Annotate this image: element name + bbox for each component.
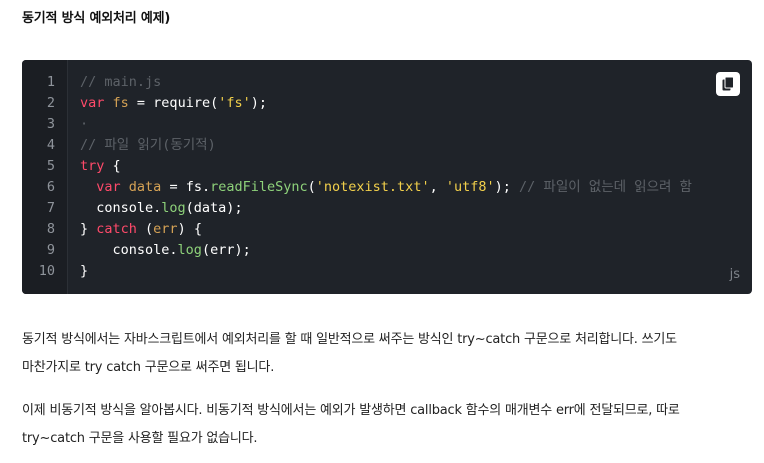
code-token: } <box>80 263 89 279</box>
line-number: 1 <box>46 74 55 90</box>
code-token: 'notexist.txt' <box>315 179 430 195</box>
code-token: err <box>153 221 178 237</box>
code-line: 9 console.log(err); <box>22 240 752 261</box>
code-block: 1// main.js 2 var fs = require('fs'); 3 · 4//… <box>22 60 752 294</box>
code-text: console.log(err); <box>80 240 251 261</box>
line-number: 9 <box>46 242 55 258</box>
copy-icon <box>722 77 734 91</box>
paragraph-async: 이제 비동기적 방식을 알아봅시다. 비동기적 방식에서는 예외가 발생하면 c… <box>22 397 757 453</box>
line-number: 10 <box>38 263 55 279</box>
line-number: 5 <box>46 158 55 174</box>
code-token: // main.js <box>80 74 162 90</box>
paragraph-sync: 동기적 방식에서는 자바스크립트에서 예외처리를 할 때 일반적으로 써주는 방… <box>22 326 757 382</box>
code-text: var data = fs.readFileSync('notexist.txt… <box>80 177 692 198</box>
code-token: (err); <box>201 242 251 258</box>
code-line: 3 · <box>22 114 752 135</box>
code-line: 8} catch (err) { <box>22 219 752 240</box>
line-number: 4 <box>46 137 55 153</box>
paragraph-line: 이제 비동기적 방식을 알아봅시다. 비동기적 방식에서는 예외가 발생하면 c… <box>22 403 680 418</box>
code-token: data <box>128 179 162 195</box>
paragraph-line: 마찬가지로 try catch 구문으로 써주면 됩니다. <box>22 360 275 375</box>
code-token: ); <box>494 179 520 195</box>
section-heading: 동기적 방식 예외처리 예제) <box>22 11 171 26</box>
code-token: = fs. <box>161 179 211 195</box>
code-token: // 파일 읽기(동기적) <box>80 137 216 153</box>
code-token: { <box>104 158 121 174</box>
code-token: readFileSync <box>210 179 308 195</box>
code-token: ); <box>250 95 267 111</box>
code-text: · <box>80 114 88 135</box>
code-token: fs <box>112 95 129 111</box>
code-line: 10} <box>22 261 752 282</box>
code-token: ( <box>136 221 154 237</box>
code-token: log <box>177 242 202 258</box>
code-text: } catch (err) { <box>80 219 202 240</box>
code-text: } <box>80 261 88 282</box>
code-token: // 파일이 없는데 읽으려 함 <box>519 179 692 195</box>
line-number: 6 <box>46 179 55 195</box>
copy-button[interactable] <box>716 72 740 96</box>
code-token: } <box>80 221 97 237</box>
code-line: 2 var fs = require('fs'); <box>22 93 752 114</box>
code-language-label: js <box>729 267 740 282</box>
code-line: 5 try { <box>22 156 752 177</box>
code-text: // main.js <box>80 72 161 93</box>
paragraph-line: try~catch 구문을 사용할 필요가 없습니다. <box>22 431 258 446</box>
code-token: var <box>80 95 105 111</box>
line-number: 3 <box>46 116 55 132</box>
code-token: 'fs' <box>218 95 251 111</box>
code-token: ) { <box>177 221 202 237</box>
code-token: catch <box>96 221 137 237</box>
code-token: ( <box>307 179 316 195</box>
code-token: console. <box>80 200 162 216</box>
code-line: 4 // 파일 읽기(동기적) <box>22 135 752 156</box>
code-token: (data); <box>185 200 243 216</box>
code-line: 1 // main.js <box>22 72 752 93</box>
code-text: try { <box>80 156 121 177</box>
code-token: · <box>80 116 89 132</box>
code-line: 7 console.log(data); <box>22 198 752 219</box>
code-text: var fs = require('fs'); <box>80 93 267 114</box>
code-token: , <box>429 179 446 195</box>
code-token: = require( <box>128 95 219 111</box>
code-text: console.log(data); <box>80 198 243 219</box>
code-line: 6 var data = fs.readFileSync('notexist.t… <box>22 177 752 198</box>
line-number: 7 <box>46 200 55 216</box>
line-number: 8 <box>46 221 55 237</box>
code-token: try <box>80 158 105 174</box>
code-token: log <box>161 200 186 216</box>
line-number: 2 <box>46 95 55 111</box>
paragraph-line: 동기적 방식에서는 자바스크립트에서 예외처리를 할 때 일반적으로 써주는 방… <box>22 332 677 347</box>
code-token: 'utf8' <box>445 179 495 195</box>
code-text: // 파일 읽기(동기적) <box>80 135 216 156</box>
code-token: console. <box>80 242 178 258</box>
code-token: var <box>96 179 121 195</box>
